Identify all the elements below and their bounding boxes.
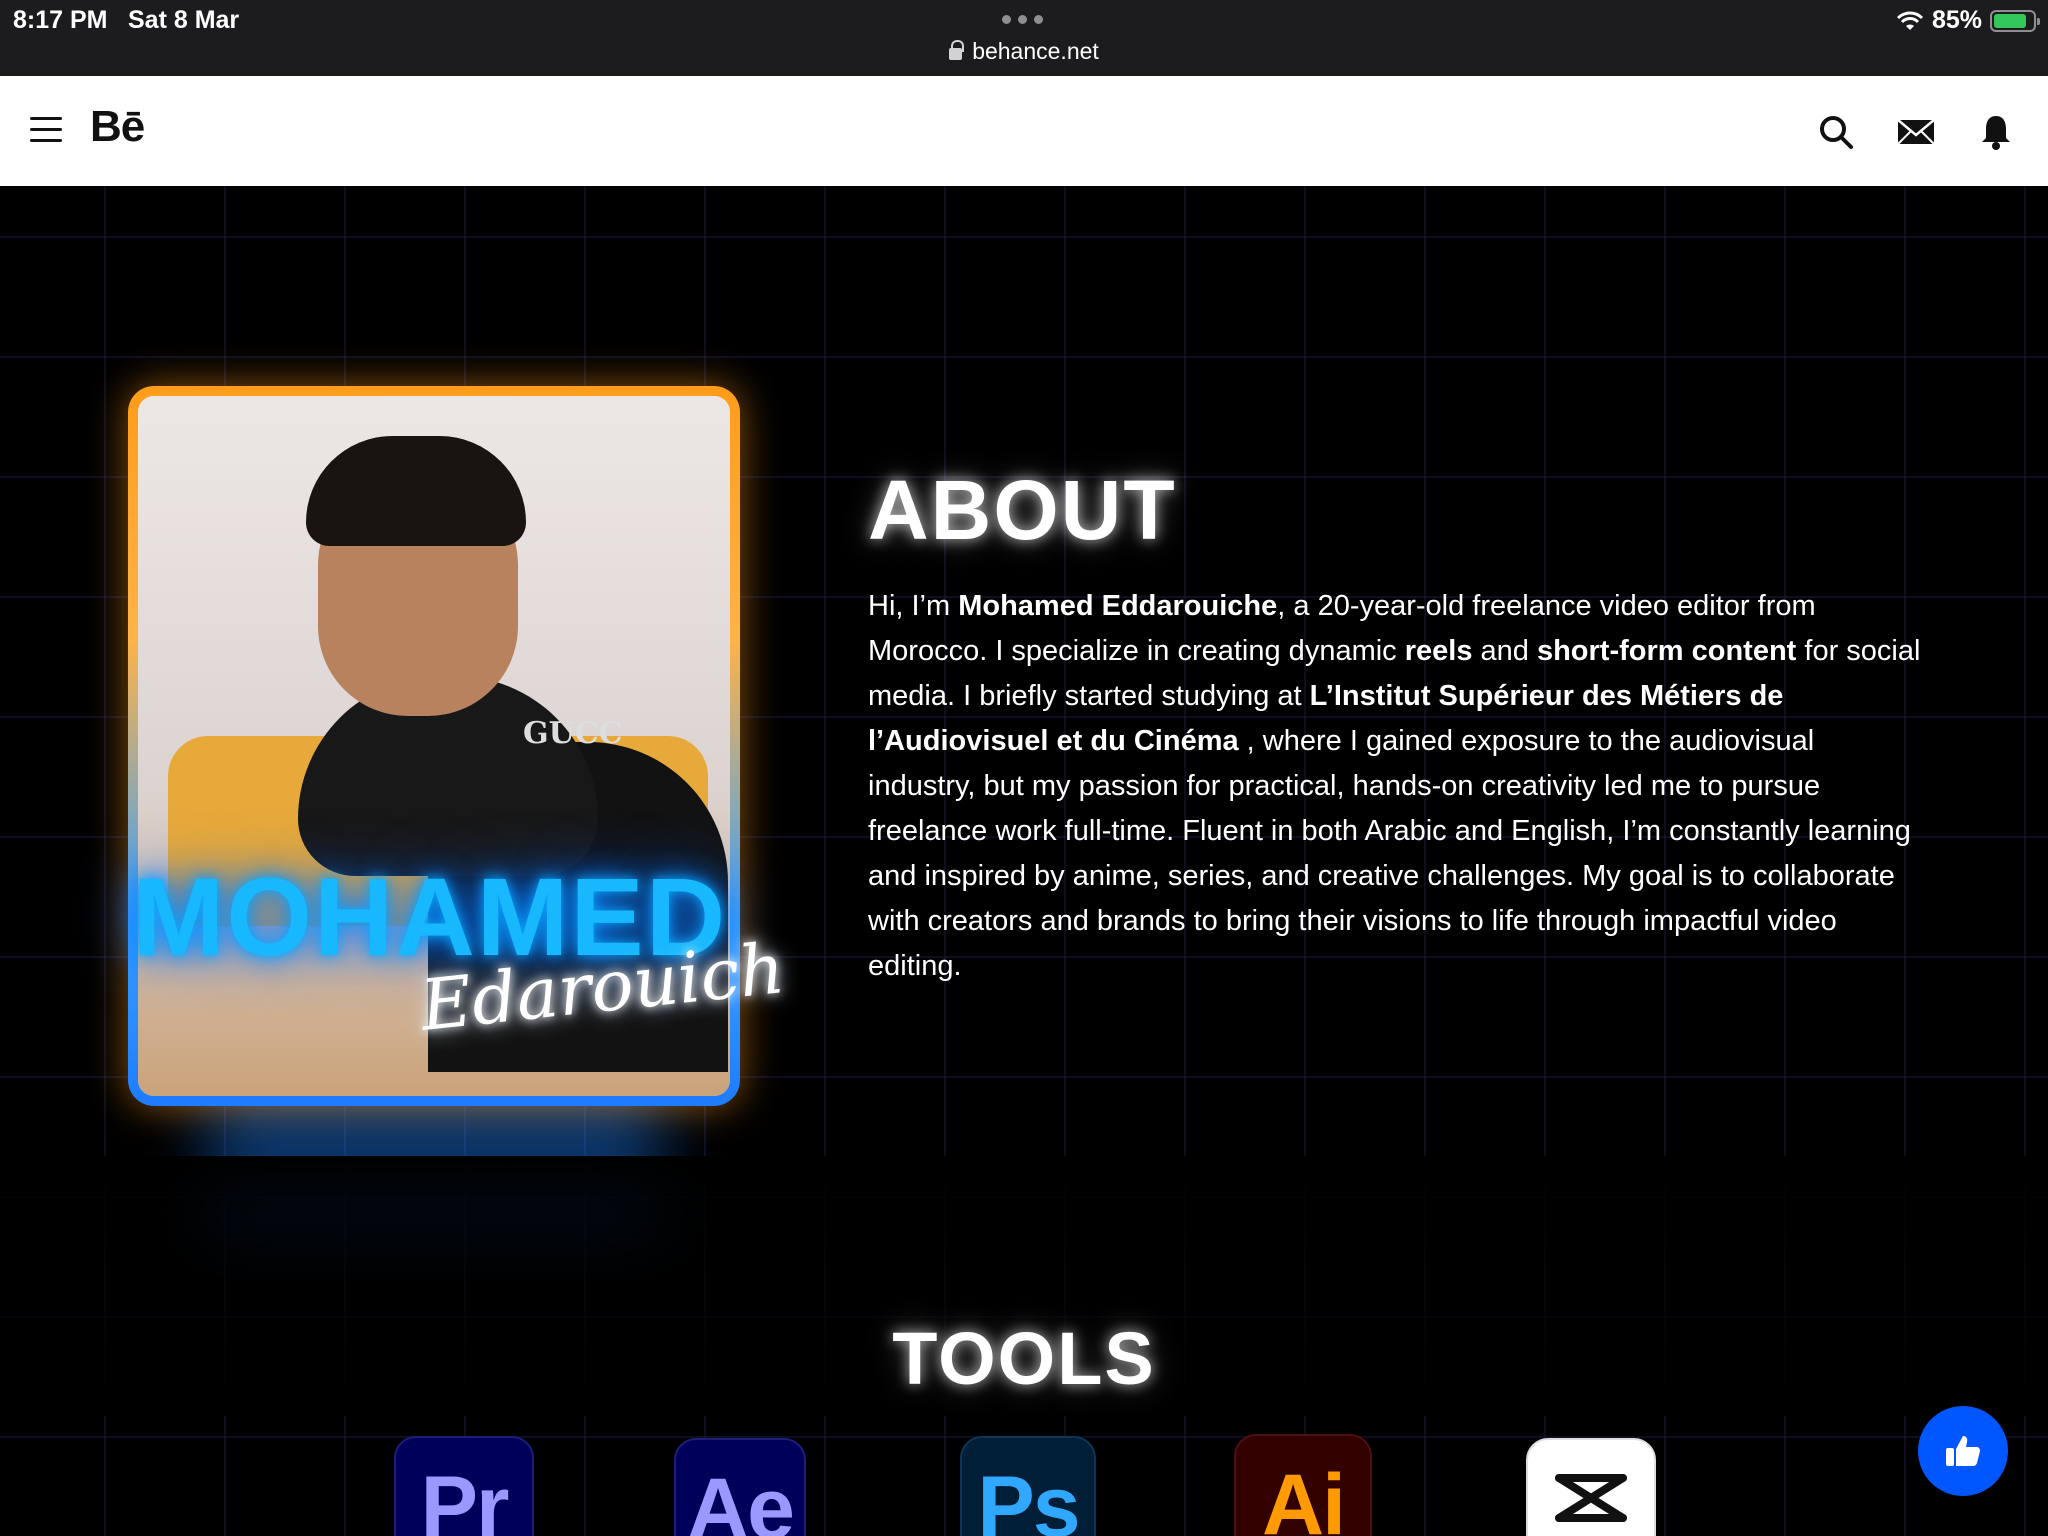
appreciate-button[interactable] xyxy=(1918,1406,2008,1496)
search-icon[interactable] xyxy=(1816,112,1856,152)
photoshop-icon: Ps xyxy=(960,1436,1096,1536)
url-text: behance.net xyxy=(972,38,1099,64)
status-time: 8:17 PM xyxy=(13,6,108,34)
about-text: Hi, I’m Mohamed Eddarouiche, a 20-year-o… xyxy=(868,590,1921,982)
battery-percent: 85% xyxy=(1931,6,1982,34)
tools-title: TOOLS xyxy=(892,1317,1156,1400)
hoodie-brand: GUCC xyxy=(523,716,623,751)
mail-icon[interactable] xyxy=(1896,112,1936,152)
wifi-icon xyxy=(1896,11,1924,30)
illustrator-icon: Ai xyxy=(1234,1434,1372,1536)
bell-icon[interactable] xyxy=(1976,112,2016,152)
premiere-pro-icon: Pr xyxy=(394,1436,534,1536)
status-bar: 8:17 PM Sat 8 Mar behance.net 85% xyxy=(0,0,2048,76)
thumbs-up-icon xyxy=(1946,1436,1980,1466)
battery-fill xyxy=(1994,13,2027,28)
behance-logo[interactable]: Bē xyxy=(90,102,145,152)
battery-icon xyxy=(1990,9,2040,32)
address-bar[interactable]: behance.net xyxy=(0,38,2048,65)
capcut-icon xyxy=(1526,1438,1656,1536)
status-right: 85% xyxy=(1896,6,2040,35)
after-effects-icon: Ae xyxy=(674,1438,806,1536)
more-dots-icon[interactable] xyxy=(1002,15,1043,24)
top-nav: Bē xyxy=(0,76,2048,186)
status-date: Sat 8 Mar xyxy=(128,6,240,34)
menu-icon[interactable] xyxy=(30,117,62,143)
lock-icon xyxy=(949,40,965,60)
hero-section: GUCC MOHAMED Edarouich ABOUT Hi, I’m Moh… xyxy=(0,186,2048,1536)
about-title: ABOUT xyxy=(868,463,1177,557)
